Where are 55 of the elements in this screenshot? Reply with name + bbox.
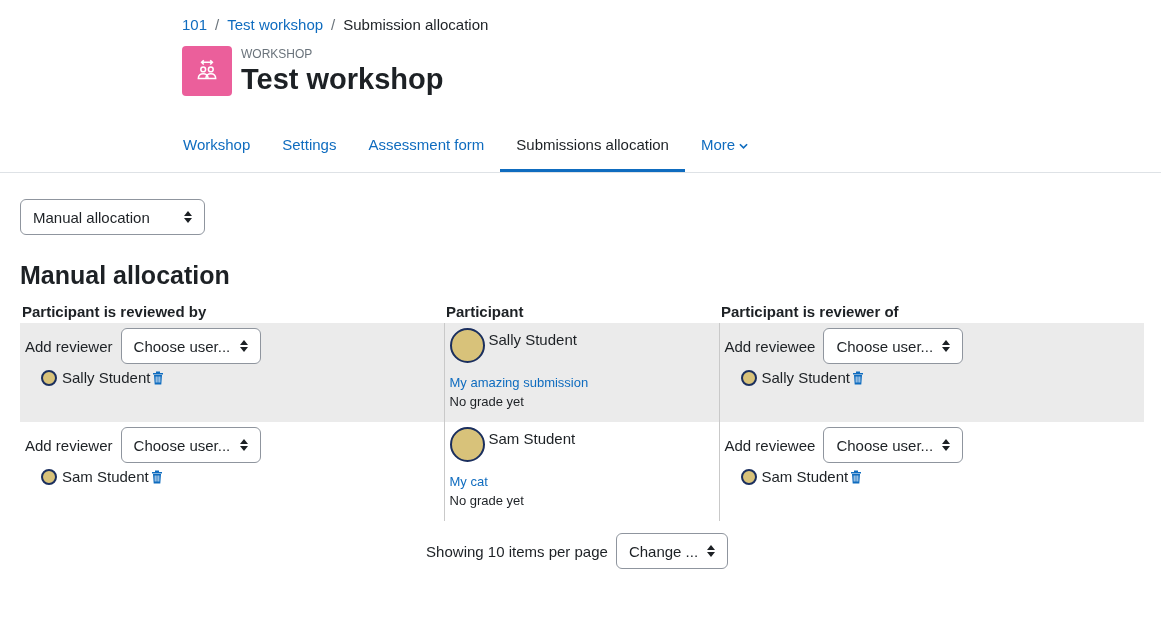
- user-avatar: [740, 369, 757, 386]
- user-name: Sally Student: [488, 331, 577, 348]
- sort-arrows-icon: [184, 211, 192, 223]
- add-reviewee-label: Add reviewee: [724, 436, 816, 454]
- user-name: Sam Student: [488, 430, 576, 447]
- sort-arrows-icon: [239, 340, 248, 352]
- sort-arrows-icon: [942, 340, 951, 352]
- nav-tab[interactable]: More: [684, 124, 765, 172]
- section-heading: Manual allocation: [20, 261, 231, 290]
- nav-tab[interactable]: Workshop: [182, 124, 267, 172]
- page-title: Test workshop: [241, 62, 444, 96]
- add-reviewer-label: Add reviewer: [25, 337, 113, 355]
- nav-tab[interactable]: Submissions allocation: [500, 124, 685, 172]
- column-header: Participant is reviewer of: [721, 303, 899, 320]
- breadcrumb-item[interactable]: 101: [182, 16, 208, 33]
- user-name: Sally Student: [62, 369, 151, 386]
- user-name: Sam Student: [761, 468, 849, 485]
- user-avatar: [740, 468, 757, 485]
- user-avatar: [41, 468, 57, 485]
- workshop-icon: [182, 46, 232, 96]
- add-reviewer-label: Add reviewer: [25, 436, 113, 454]
- nav-tab[interactable]: Settings: [266, 124, 353, 172]
- column-header: Participant is reviewed by: [22, 303, 207, 320]
- user-avatar: [449, 427, 485, 462]
- submission-link[interactable]: My amazing submission: [449, 375, 714, 390]
- reviewer-select[interactable]: Choose user...: [120, 328, 261, 364]
- delete-icon[interactable]: [850, 469, 863, 484]
- grade-status: No grade yet: [449, 493, 525, 508]
- nav-tab[interactable]: Assessment form: [352, 124, 501, 172]
- user-avatar: [449, 328, 485, 363]
- per-page-select[interactable]: Change ...: [615, 533, 728, 569]
- delete-icon[interactable]: [152, 370, 165, 385]
- user-name: Sam Student: [62, 468, 149, 485]
- sort-arrows-icon: [942, 439, 951, 451]
- submission-link[interactable]: My cat: [449, 474, 714, 489]
- user-avatar: [41, 369, 57, 386]
- reviewee-select[interactable]: Choose user...: [823, 328, 964, 364]
- delete-icon[interactable]: [150, 469, 163, 484]
- reviewee-select[interactable]: Choose user...: [823, 427, 964, 463]
- paging-info: Showing 10 items per page: [426, 542, 608, 560]
- breadcrumb-item: Submission allocation: [343, 16, 489, 33]
- user-name: Sally Student: [761, 369, 850, 386]
- breadcrumb-separator: /: [215, 16, 220, 33]
- activity-type-label: WORKSHOP: [241, 46, 314, 61]
- column-header: Participant: [446, 303, 524, 320]
- breadcrumb-item[interactable]: Test workshop: [227, 16, 324, 33]
- sort-arrows-icon: [706, 545, 715, 557]
- allocation-method-select[interactable]: Manual allocation: [20, 199, 205, 235]
- grade-status: No grade yet: [449, 394, 525, 409]
- sort-arrows-icon: [239, 439, 248, 451]
- breadcrumb-separator: /: [331, 16, 336, 33]
- reviewer-select[interactable]: Choose user...: [120, 427, 261, 463]
- add-reviewee-label: Add reviewee: [724, 337, 816, 355]
- chevron-down-icon: [739, 142, 749, 149]
- delete-icon[interactable]: [851, 370, 864, 385]
